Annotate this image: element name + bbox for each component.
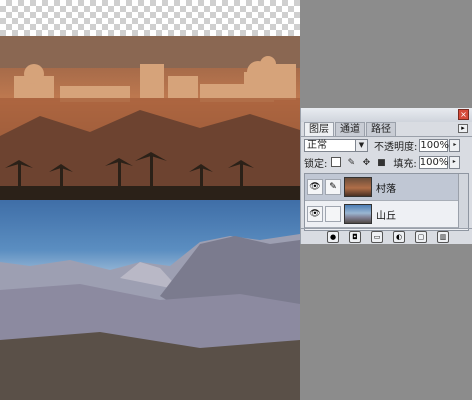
close-icon[interactable]: × [458, 109, 469, 120]
lock-position-move-icon[interactable]: ✥ [360, 157, 372, 169]
layers-scrollbar[interactable] [458, 174, 468, 228]
eye-visibility-icon[interactable]: 👁 [307, 206, 323, 222]
opacity-input[interactable]: 100% [419, 139, 449, 152]
adjustment-layer-icon[interactable]: ◐ [393, 230, 405, 243]
blend-mode-select[interactable]: 正常 ▼ [304, 139, 368, 152]
hills-scene-graphic [0, 234, 300, 400]
layers-panel: × 图层 通道 路径 ▸ 正常 ▼ 不透明度: 100% ▸ 锁定: ✎ ✥ ■… [300, 108, 472, 244]
lock-fill-row: 锁定: ✎ ✥ ■ 填充: 100% ▸ [301, 154, 472, 171]
trash-icon[interactable]: ▥ [437, 230, 449, 243]
layer-row-village[interactable]: 👁 ✎ 村落 [305, 174, 468, 201]
panel-titlebar[interactable]: × [301, 108, 472, 122]
layer-thumbnail-hills [344, 204, 372, 224]
panel-tabs: 图层 通道 路径 ▸ [301, 122, 472, 137]
new-group-icon[interactable]: ▭ [371, 230, 383, 243]
tab-paths[interactable]: 路径 [366, 122, 396, 136]
brush-edit-icon[interactable]: ✎ [325, 179, 341, 195]
lock-pixels-brush-icon[interactable]: ✎ [345, 157, 357, 169]
layer-thumbnail-village [344, 177, 372, 197]
document-canvas[interactable] [0, 0, 300, 400]
layer-link-icon[interactable] [325, 206, 341, 222]
layer-name[interactable]: 山丘 [376, 207, 396, 222]
add-mask-icon[interactable]: ◘ [349, 230, 361, 243]
chevron-down-icon: ▼ [355, 140, 367, 151]
opacity-slider-icon[interactable]: ▸ [449, 139, 461, 152]
lock-transparency-icon[interactable] [330, 156, 342, 169]
layer-style-icon[interactable]: ● [327, 230, 339, 243]
blend-opacity-row: 正常 ▼ 不透明度: 100% ▸ [301, 137, 472, 154]
fill-input[interactable]: 100% [418, 156, 448, 169]
panel-menu-icon[interactable]: ▸ [458, 124, 468, 133]
fill-label: 填充: [393, 159, 417, 170]
village-photo [0, 36, 300, 200]
lock-all-icon[interactable]: ■ [375, 157, 387, 169]
tab-layers[interactable]: 图层 [304, 122, 334, 136]
new-layer-icon[interactable]: ▢ [415, 230, 427, 243]
opacity-label: 不透明度: [374, 142, 418, 153]
village-scene-graphic [0, 36, 300, 200]
layers-list: 👁 ✎ 村落 👁 山丘 [304, 173, 469, 231]
transparent-area [0, 0, 300, 36]
tab-channels[interactable]: 通道 [335, 122, 365, 136]
eye-visibility-icon[interactable]: 👁 [307, 179, 323, 195]
hills-photo [0, 200, 300, 400]
lock-label: 锁定: [304, 159, 328, 170]
blend-mode-value: 正常 [307, 140, 327, 151]
layer-row-hills[interactable]: 👁 山丘 [305, 201, 468, 228]
layer-name[interactable]: 村落 [376, 180, 396, 195]
fill-slider-icon[interactable]: ▸ [448, 156, 460, 169]
panel-footer: ● ◘ ▭ ◐ ▢ ▥ [301, 228, 472, 244]
